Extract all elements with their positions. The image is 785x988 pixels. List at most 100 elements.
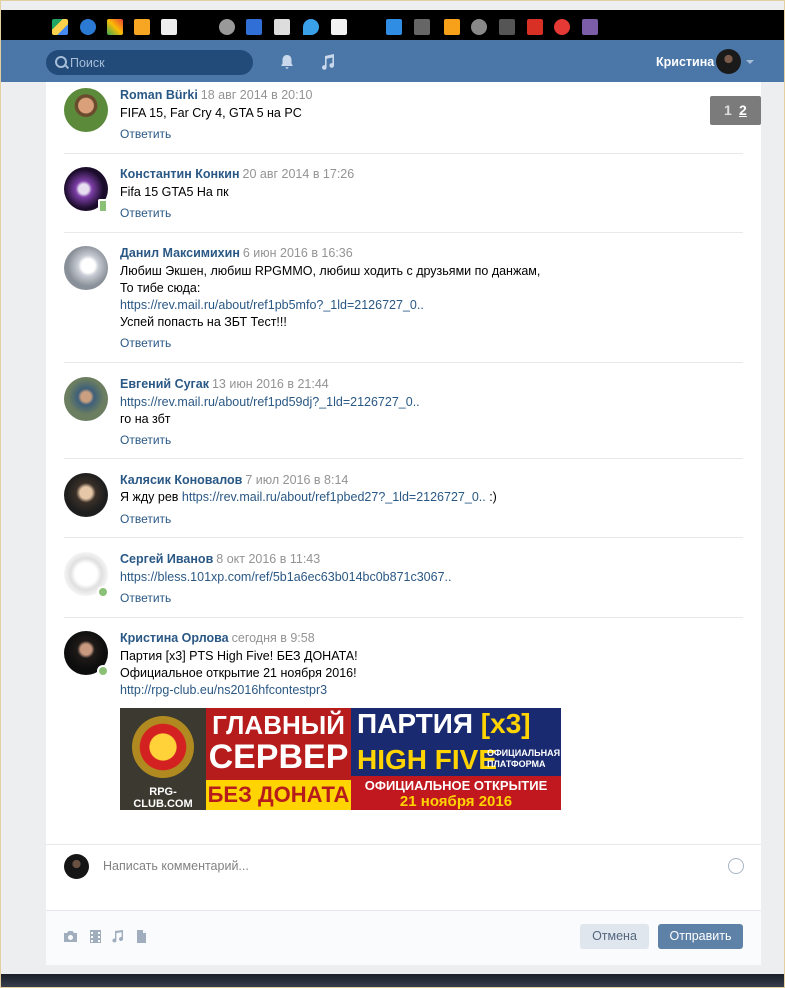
reply-link[interactable]: Ответить — [120, 206, 171, 220]
banner-official-platform: ОФИЦИАЛЬНАЯ ПЛАТФОРМА — [487, 748, 561, 769]
drop-icon[interactable] — [303, 19, 319, 35]
pager-page-2[interactable]: 2 — [739, 102, 747, 118]
banner-main-line2: СЕРВЕР — [208, 738, 349, 776]
divider — [64, 153, 743, 154]
user-avatar[interactable] — [716, 49, 741, 74]
search-placeholder: Поиск — [70, 56, 105, 70]
pager-page-1[interactable]: 1 — [724, 102, 732, 118]
cloud-icon[interactable] — [80, 19, 96, 35]
camera-icon[interactable] — [63, 930, 78, 943]
emoji-icon[interactable] — [728, 858, 744, 874]
thermometer-icon[interactable] — [331, 19, 347, 35]
d-icon[interactable] — [499, 19, 515, 35]
comment-link[interactable]: https://rev.mail.ru/about/ref1pbed27?_1l… — [182, 490, 486, 504]
comment-link[interactable]: https://rev.mail.ru/about/ref1pd59dj?_1l… — [120, 395, 420, 409]
comment-author[interactable]: Сергей Иванов 8 окт 2016 в 11:43 — [120, 552, 320, 566]
banner-opening-date: 21 ноября 2016 — [399, 793, 513, 810]
comment-author[interactable]: Константин Конкин 20 авг 2014 в 17:26 — [120, 167, 354, 181]
online-indicator — [97, 665, 109, 677]
star-emblem-icon — [132, 716, 194, 778]
bell-icon[interactable] — [279, 54, 295, 70]
compose-footer — [46, 910, 761, 965]
document-icon[interactable] — [134, 930, 149, 943]
reply-link[interactable]: Ответить — [120, 433, 171, 447]
ex-icon[interactable] — [414, 19, 430, 35]
comment-input[interactable]: Написать комментарий... — [103, 859, 249, 873]
banner-opening: ОФИЦИАЛЬНОЕ ОТКРЫТИЕ — [364, 778, 548, 793]
divider — [64, 617, 743, 618]
comment-link[interactable]: https://rev.mail.ru/about/ref1pb5mfo?_1l… — [120, 298, 424, 312]
reply-link[interactable]: Ответить — [120, 591, 171, 605]
music-icon[interactable] — [319, 53, 337, 71]
reply-link[interactable]: Ответить — [120, 512, 171, 526]
comment-author[interactable]: Кристина Орлова сегодня в 9:58 — [120, 631, 315, 645]
inv-icon[interactable] — [274, 19, 290, 35]
reply-link[interactable]: Ответить — [120, 336, 171, 350]
plus-icon[interactable] — [554, 19, 570, 35]
reply-link[interactable]: Ответить — [120, 127, 171, 141]
avatar[interactable] — [64, 377, 108, 421]
promo-banner-image[interactable]: RPG-CLUB.COM ГЛАВНЫЙ СЕРВЕР БЕЗ ДОНАТА П… — [120, 708, 561, 810]
divider — [64, 537, 743, 538]
online-indicator — [97, 586, 109, 598]
chevron-down-icon[interactable] — [746, 60, 754, 64]
video-icon[interactable] — [88, 930, 103, 943]
banner-high-five: HIGH FIVE — [357, 744, 498, 775]
clock-icon[interactable] — [219, 19, 235, 35]
m-icon[interactable] — [527, 19, 543, 35]
lock-icon[interactable] — [444, 19, 460, 35]
comment-text: Fifa 15 GTA5 На пк — [120, 185, 229, 199]
avatar[interactable] — [64, 473, 108, 517]
send-button[interactable]: Отправить — [658, 924, 743, 949]
arrow-up-icon[interactable] — [386, 19, 402, 35]
comment-link[interactable]: http://rpg-club.eu/ns2016hfcontestpr3 — [120, 683, 327, 697]
comment-author[interactable]: Roman Bürki 18 авг 2014 в 20:10 — [120, 88, 312, 102]
comment-date[interactable]: сегодня в 9:58 — [232, 631, 315, 645]
comment-text: го на збт — [120, 412, 171, 426]
user-name[interactable]: Кристина — [656, 55, 714, 69]
comment-text: Успей попасть на ЗБТ Тест!!! — [120, 315, 287, 329]
comment-text: Любиш Экшен, любиш RPGMMO, любиш ходить … — [120, 264, 541, 278]
info-icon[interactable] — [246, 19, 262, 35]
comment-author[interactable]: Калясик Коновалов 7 июл 2016 в 8:14 — [120, 473, 348, 487]
banner-party-panel: ПАРТИЯ [x3] HIGH FIVE ОФИЦИАЛЬНАЯ ПЛАТФО… — [351, 708, 561, 810]
comment-author[interactable]: Евгений Сугак 13 июн 2016 в 21:44 — [120, 377, 329, 391]
cancel-button[interactable]: Отмена — [580, 924, 649, 949]
banner-club-name: RPG-CLUB.COM — [133, 786, 193, 810]
ten-icon[interactable] — [161, 19, 177, 35]
avatar — [64, 854, 89, 879]
avatar[interactable] — [64, 246, 108, 290]
divider — [64, 362, 743, 363]
comment-text: Официальное открытие 21 ноября 2016! — [120, 666, 357, 680]
comment-author[interactable]: Данил Максимихин 6 июн 2016 в 16:36 — [120, 246, 353, 260]
comment-text: То тибе сюда: — [120, 281, 201, 295]
comment-date[interactable]: 20 авг 2014 в 17:26 — [243, 167, 355, 181]
comment-date[interactable]: 18 авг 2014 в 20:10 — [201, 88, 313, 102]
comment-text: FIFA 15, Far Cry 4, GTA 5 на PC — [120, 106, 302, 120]
comment-date[interactable]: 13 июн 2016 в 21:44 — [212, 377, 329, 391]
pager[interactable]: 1 2 — [710, 96, 761, 125]
comment-link[interactable]: https://bless.101xp.com/ref/5b1a6ec63b01… — [120, 570, 452, 584]
maps-icon[interactable] — [107, 19, 123, 35]
banner-main-line1: ГЛАВНЫЙ — [212, 710, 345, 740]
divider — [64, 232, 743, 233]
mail-at-icon[interactable] — [134, 19, 150, 35]
banner-main-panel: ГЛАВНЫЙ СЕРВЕР БЕЗ ДОНАТА — [206, 708, 351, 810]
comment-date[interactable]: 6 июн 2016 в 16:36 — [243, 246, 353, 260]
google-drive-icon[interactable] — [52, 19, 68, 35]
music-attach-icon[interactable] — [110, 930, 125, 943]
search-icon — [55, 56, 67, 68]
comment-date[interactable]: 7 июл 2016 в 8:14 — [245, 473, 348, 487]
heart-icon[interactable] — [582, 19, 598, 35]
comment-date[interactable]: 8 окт 2016 в 11:43 — [216, 552, 320, 566]
desktop-background-strip — [0, 974, 785, 988]
banner-main-line3: БЕЗ ДОНАТА — [206, 780, 351, 810]
comment-text: Партия [x3] PTS High Five! БЕЗ ДОНАТА! — [120, 649, 358, 663]
play-icon[interactable] — [471, 19, 487, 35]
avatar[interactable] — [64, 88, 108, 132]
divider — [64, 458, 743, 459]
banner-party: ПАРТИЯ [x3] — [357, 708, 531, 739]
divider — [46, 844, 761, 845]
comment-text: Я жду рев https://rev.mail.ru/about/ref1… — [120, 490, 497, 504]
online-mobile-indicator — [98, 199, 108, 213]
